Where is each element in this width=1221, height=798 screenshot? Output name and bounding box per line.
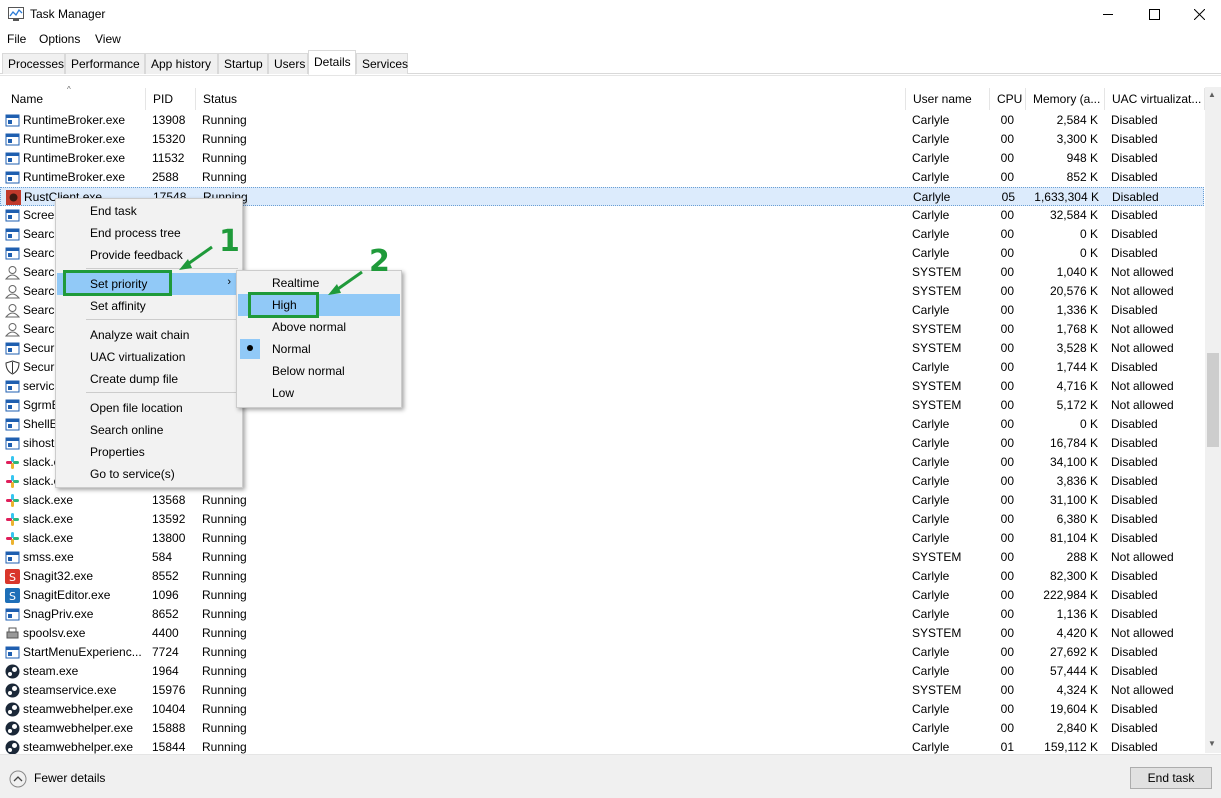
step-number-2: 2 bbox=[369, 244, 390, 279]
arrow-step2-icon bbox=[334, 270, 363, 293]
arrowhead-step2-icon bbox=[328, 284, 341, 295]
annotation-arrows bbox=[179, 245, 363, 295]
step-number-1: 1 bbox=[219, 224, 240, 259]
